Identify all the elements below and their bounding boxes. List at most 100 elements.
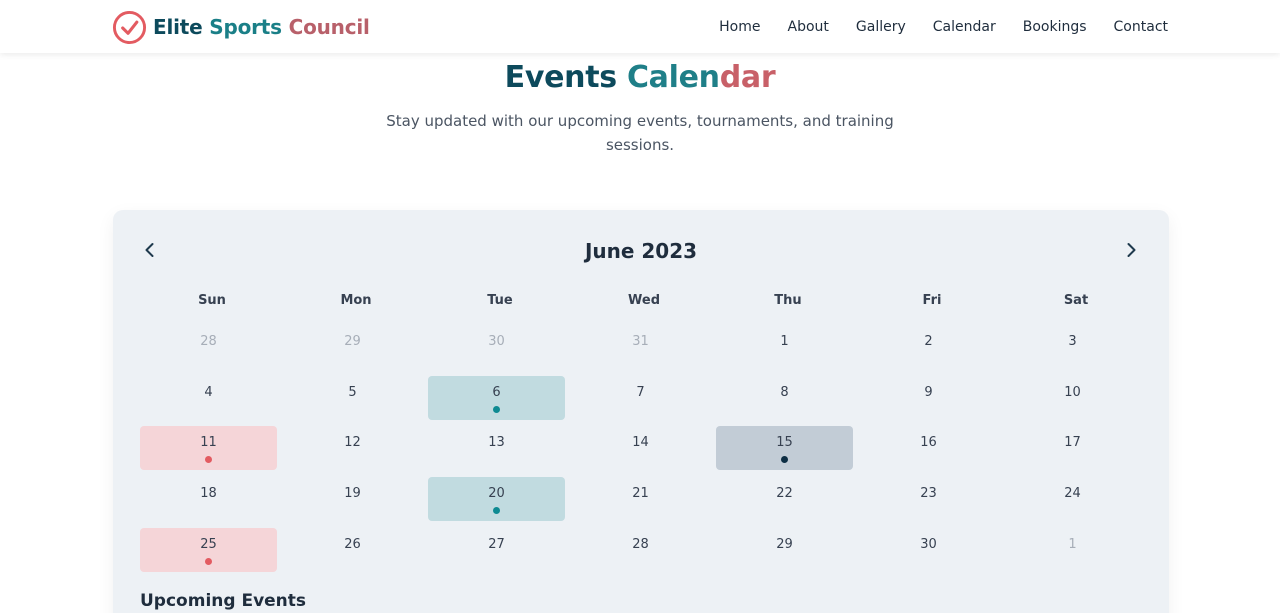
check-circle-icon	[112, 10, 147, 44]
day-number: 2	[924, 334, 933, 349]
nav-gallery-link[interactable]: Gallery	[856, 19, 906, 35]
day-number: 23	[920, 486, 937, 502]
day-number: 16	[920, 435, 937, 451]
day-number: 31	[632, 334, 649, 349]
calendar-grid: Sun Mon Tue Wed Thu Fri Sat 28 29 30 31 1 2 3 4…	[140, 290, 1148, 572]
calendar-day-with-event[interactable]: 20	[428, 477, 572, 522]
calendar-week-row: 28 29 30 31 1 2 3	[140, 325, 1148, 376]
weekday-label: Tue	[487, 293, 513, 308]
day-number: 22	[776, 486, 793, 502]
day-number: 10	[1064, 384, 1081, 400]
day-number: 29	[344, 334, 361, 349]
calendar-week-row: 11 12 13 14 15 16 17	[140, 426, 1148, 477]
page-title: Events Calendar	[0, 58, 1280, 98]
calendar-day-outside-month[interactable]: 1	[1004, 528, 1148, 572]
calendar-day[interactable]: 28	[572, 528, 716, 572]
calendar-day[interactable]: 18	[140, 477, 284, 521]
calendar-day[interactable]: 1	[716, 325, 860, 369]
day-number: 28	[200, 334, 217, 349]
calendar-day[interactable]: 8	[716, 376, 860, 420]
calendar-day[interactable]: 2	[860, 325, 1004, 369]
calendar-week-row: 25 26 27 28 29 30 1	[140, 527, 1148, 579]
calendar-day[interactable]: 4	[140, 376, 284, 420]
calendar-day[interactable]: 26	[284, 528, 428, 572]
day-number: 11	[200, 435, 217, 451]
nav-home-link[interactable]: Home	[719, 19, 760, 35]
brand-name-part2: Sports	[209, 15, 282, 39]
calendar-day-with-event[interactable]: 15	[716, 426, 860, 471]
calendar-week-row: 18 19 20 21 22 23 24	[140, 477, 1148, 528]
weekday-label: Wed	[628, 293, 660, 308]
day-number: 25	[200, 536, 217, 552]
calendar-day-outside-month[interactable]: 31	[572, 325, 716, 369]
weekday-label: Mon	[340, 293, 372, 308]
calendar-day[interactable]: 24	[1004, 477, 1148, 521]
calendar-day[interactable]: 22	[716, 477, 860, 521]
event-dot-icon	[493, 405, 500, 413]
day-number: 30	[920, 536, 937, 552]
calendar-day[interactable]: 30	[860, 528, 1004, 572]
day-number: 18	[200, 486, 217, 502]
day-number: 3	[1068, 334, 1077, 349]
day-number: 13	[488, 435, 505, 451]
weekday-label: Sat	[1063, 293, 1089, 308]
calendar-day[interactable]: 17	[1004, 426, 1148, 470]
day-number: 30	[488, 334, 505, 349]
page-subtitle: Stay updated with our upcoming events, t…	[386, 112, 894, 154]
brand-logo-link[interactable]: Elite Sports Council	[112, 9, 370, 45]
day-number: 9	[924, 384, 933, 400]
day-number: 4	[204, 384, 213, 400]
calendar-day[interactable]: 16	[860, 426, 1004, 470]
calendar-day[interactable]: 5	[284, 376, 428, 420]
day-number: 8	[780, 384, 789, 400]
weekday-label: Fri	[922, 293, 942, 308]
calendar-weeks: 28 29 30 31 1 2 3 4 5 6 7 8 9 10 11 12 13 14 15 16 17 18 19 20 2…	[140, 325, 1148, 578]
day-number: 15	[776, 435, 793, 451]
day-number: 26	[344, 536, 361, 552]
page-title-part1: Events	[504, 60, 627, 95]
day-number: 20	[488, 486, 505, 502]
calendar-day[interactable]: 9	[860, 376, 1004, 420]
nav-bookings-link[interactable]: Bookings	[1023, 19, 1087, 35]
day-number: 19	[344, 486, 361, 502]
brand-name-part3: Council	[288, 15, 370, 39]
calendar-day[interactable]: 13	[428, 426, 572, 470]
day-number: 27	[488, 536, 505, 552]
calendar-day[interactable]: 21	[572, 477, 716, 521]
nav-calendar-link[interactable]: Calendar	[933, 19, 996, 35]
day-number: 24	[1064, 486, 1081, 502]
next-month-button[interactable]	[1119, 238, 1143, 262]
day-number: 1	[780, 334, 789, 349]
day-number: 17	[1064, 435, 1081, 451]
calendar-day[interactable]: 23	[860, 477, 1004, 521]
calendar-day[interactable]: 29	[716, 528, 860, 572]
day-number: 28	[632, 536, 649, 552]
page-title-part2: Calen	[626, 60, 720, 95]
event-dot-icon	[205, 557, 212, 565]
calendar-day[interactable]: 19	[284, 477, 428, 521]
weekday-label: Sun	[198, 293, 226, 308]
day-number: 5	[348, 384, 357, 400]
upcoming-events-heading: Upcoming Events	[140, 591, 307, 611]
calendar-day-outside-month[interactable]: 28	[140, 325, 284, 369]
calendar-day-with-event[interactable]: 25	[140, 527, 284, 572]
calendar-day[interactable]: 12	[284, 426, 428, 470]
calendar-day[interactable]: 7	[572, 376, 716, 420]
calendar-day-with-event[interactable]: 11	[140, 426, 284, 471]
weekday-header-row: Sun Mon Tue Wed Thu Fri Sat	[140, 290, 1148, 312]
day-number: 14	[632, 435, 649, 451]
nav-contact-link[interactable]: Contact	[1114, 19, 1168, 35]
calendar-day[interactable]: 10	[1004, 376, 1148, 420]
calendar-day-outside-month[interactable]: 30	[428, 325, 572, 369]
brand-name-part1: Elite	[153, 15, 203, 39]
calendar-day[interactable]: 14	[572, 426, 716, 470]
calendar-day[interactable]: 3	[1004, 325, 1148, 369]
calendar-day-outside-month[interactable]: 29	[284, 325, 428, 369]
calendar-day[interactable]: 27	[428, 528, 572, 572]
calendar-day-with-event[interactable]: 6	[428, 375, 572, 420]
day-number: 12	[344, 435, 361, 451]
event-dot-icon	[493, 507, 500, 515]
nav-about-link[interactable]: About	[788, 19, 829, 35]
day-number: 1	[1068, 536, 1077, 552]
calendar-month-label: June 2023	[584, 239, 698, 263]
